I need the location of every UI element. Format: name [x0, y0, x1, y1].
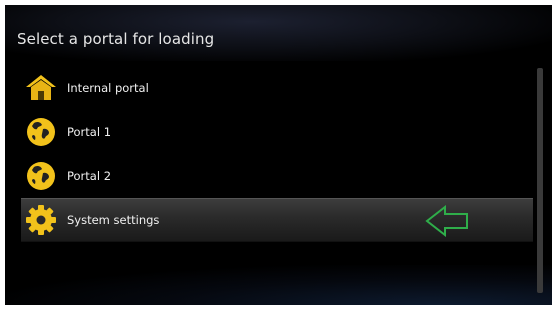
page-title: Select a portal for loading: [17, 30, 215, 48]
globe-icon: [25, 116, 57, 148]
list-item-label: Portal 2: [67, 169, 112, 183]
list-item-system-settings[interactable]: System settings: [21, 198, 533, 242]
globe-icon: [25, 160, 57, 192]
list-item-label: System settings: [67, 213, 160, 227]
list-item-label: Internal portal: [67, 81, 149, 95]
background-glow: [5, 265, 552, 305]
list-item-internal-portal[interactable]: Internal portal: [21, 66, 533, 110]
portal-list: Internal portal Portal 1 Portal 2 System…: [21, 66, 533, 242]
scrollbar[interactable]: [537, 68, 543, 293]
list-item-label: Portal 1: [67, 125, 112, 139]
list-item-portal-2[interactable]: Portal 2: [21, 154, 533, 198]
list-item-portal-1[interactable]: Portal 1: [21, 110, 533, 154]
gear-icon: [25, 204, 57, 236]
home-icon: [25, 72, 57, 104]
portal-selection-screen: Select a portal for loading Internal por…: [5, 5, 552, 305]
left-arrow-icon: [423, 204, 473, 238]
header: Select a portal for loading: [5, 5, 552, 61]
